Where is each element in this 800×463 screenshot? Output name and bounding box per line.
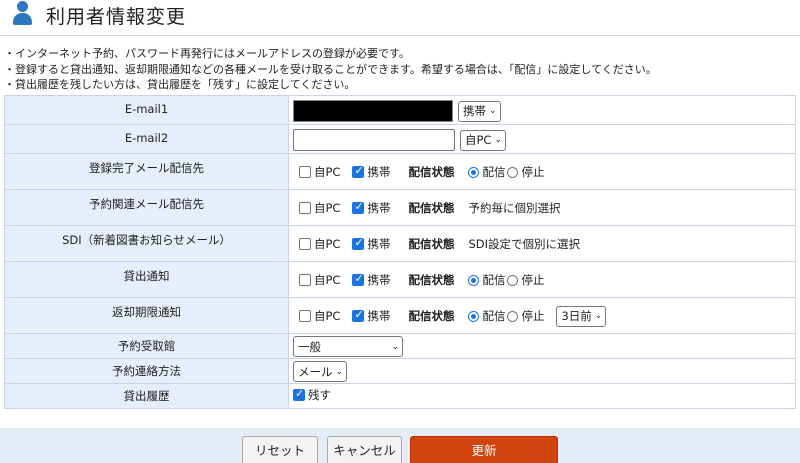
email1-type-select[interactable]: 携帯 ⌄ bbox=[458, 100, 501, 122]
pickup-library-select[interactable]: 一般 ⌄ bbox=[293, 336, 403, 357]
chevron-down-icon: ⌄ bbox=[335, 366, 344, 377]
loan-notice-label: 貸出通知 bbox=[4, 261, 289, 298]
note-line: ・貸出履歴を残したい方は、貸出履歴を「残す」に設定してください。 bbox=[4, 78, 356, 91]
sdi-mail-row: SDI（新着図書お知らせメール） 自PC 携帯 配信状態 SDI設定で個別に選択 bbox=[4, 225, 796, 262]
stop-radio[interactable] bbox=[507, 310, 519, 322]
email2-row: E-mail2 自PC ⌄ bbox=[4, 124, 796, 154]
due-notice-row: 返却期限通知 自PC 携帯 配信状態 配信 停止 3日前⌄ bbox=[4, 297, 796, 334]
mobile-checkbox[interactable] bbox=[352, 164, 365, 178]
registration-mail-label: 登録完了メール配信先 bbox=[4, 153, 289, 190]
deliver-radio[interactable] bbox=[468, 310, 480, 322]
status-text: SDI設定で個別に選択 bbox=[468, 237, 581, 251]
reservation-mail-label: 予約関連メール配信先 bbox=[4, 189, 289, 226]
registration-mail-row: 登録完了メール配信先 自PC 携帯 配信状態 配信 停止 bbox=[4, 153, 796, 190]
contact-method-row: 予約連絡方法 メール ⌄ bbox=[4, 358, 796, 384]
pc-checkbox[interactable] bbox=[299, 310, 311, 322]
mobile-checkbox[interactable] bbox=[352, 308, 365, 322]
reservation-mail-row: 予約関連メール配信先 自PC 携帯 配信状態 予約毎に個別選択 bbox=[4, 189, 796, 226]
note-line: ・インターネット予約、パスワード再発行にはメールアドレスの登録が必要です。 bbox=[4, 47, 410, 60]
loan-history-row: 貸出履歴 残す bbox=[4, 383, 796, 409]
user-info-form: E-mail1 携帯 ⌄ E-mail2 自PC ⌄ 登録完了メール配信先 自PC … bbox=[4, 95, 796, 409]
status-label: 配信状態 bbox=[408, 165, 455, 179]
pickup-library-row: 予約受取館 一般 ⌄ bbox=[4, 333, 796, 359]
email2-label: E-mail2 bbox=[4, 124, 289, 154]
mobile-checkbox[interactable] bbox=[352, 272, 365, 286]
stop-radio[interactable] bbox=[507, 166, 519, 178]
contact-method-select[interactable]: メール ⌄ bbox=[293, 361, 348, 382]
status-label: 配信状態 bbox=[408, 237, 455, 251]
email2-type-select[interactable]: 自PC ⌄ bbox=[460, 129, 507, 151]
pc-checkbox[interactable] bbox=[299, 274, 311, 286]
reset-button[interactable]: リセット bbox=[242, 436, 318, 463]
sdi-mail-label: SDI（新着図書お知らせメール） bbox=[4, 225, 289, 262]
pc-checkbox[interactable] bbox=[299, 202, 311, 214]
deliver-radio[interactable] bbox=[468, 274, 480, 286]
mobile-checkbox[interactable] bbox=[352, 236, 365, 250]
email2-input[interactable] bbox=[293, 129, 455, 151]
stop-radio[interactable] bbox=[507, 274, 519, 286]
email1-input[interactable] bbox=[293, 100, 453, 122]
keep-history-checkbox[interactable] bbox=[293, 387, 305, 401]
cancel-button[interactable]: キャンセル bbox=[327, 436, 402, 463]
chevron-down-icon: ⌄ bbox=[391, 341, 399, 352]
status-text: 予約毎に個別選択 bbox=[468, 201, 561, 215]
days-before-select[interactable]: 3日前 ⌄ bbox=[556, 305, 607, 327]
notes: ・インターネット予約、パスワード再発行にはメールアドレスの登録が必要です。 ・登… bbox=[4, 46, 796, 93]
status-label: 配信状態 bbox=[408, 273, 455, 287]
update-button[interactable]: 更新 bbox=[410, 436, 558, 463]
pc-checkbox[interactable] bbox=[299, 238, 311, 250]
mobile-checkbox[interactable] bbox=[352, 200, 365, 214]
pickup-library-label: 予約受取館 bbox=[4, 333, 289, 359]
email1-label: E-mail1 bbox=[4, 95, 289, 125]
due-notice-label: 返却期限通知 bbox=[4, 297, 289, 334]
loan-history-label: 貸出履歴 bbox=[4, 383, 289, 409]
page-title: 利用者情報変更 bbox=[46, 6, 187, 28]
deliver-radio[interactable] bbox=[468, 166, 480, 178]
contact-method-label: 予約連絡方法 bbox=[4, 358, 289, 384]
chevron-down-icon: ⌄ bbox=[489, 106, 497, 116]
loan-notice-row: 貸出通知 自PC 携帯 配信状態 配信 停止 bbox=[4, 261, 796, 298]
page-header: 利用者情報変更 bbox=[0, 0, 800, 36]
footer-bar: リセット キャンセル 更新 bbox=[0, 428, 800, 463]
user-icon bbox=[12, 1, 32, 27]
email1-row: E-mail1 携帯 ⌄ bbox=[4, 95, 796, 125]
status-label: 配信状態 bbox=[408, 309, 455, 323]
chevron-down-icon: ⌄ bbox=[494, 135, 503, 145]
status-label: 配信状態 bbox=[408, 201, 455, 215]
chevron-down-icon: ⌄ bbox=[594, 311, 603, 321]
pc-checkbox[interactable] bbox=[299, 166, 311, 178]
note-line: ・登録すると貸出通知、返却期限通知などの各種メールを受け取ることができます。希望… bbox=[4, 62, 657, 76]
